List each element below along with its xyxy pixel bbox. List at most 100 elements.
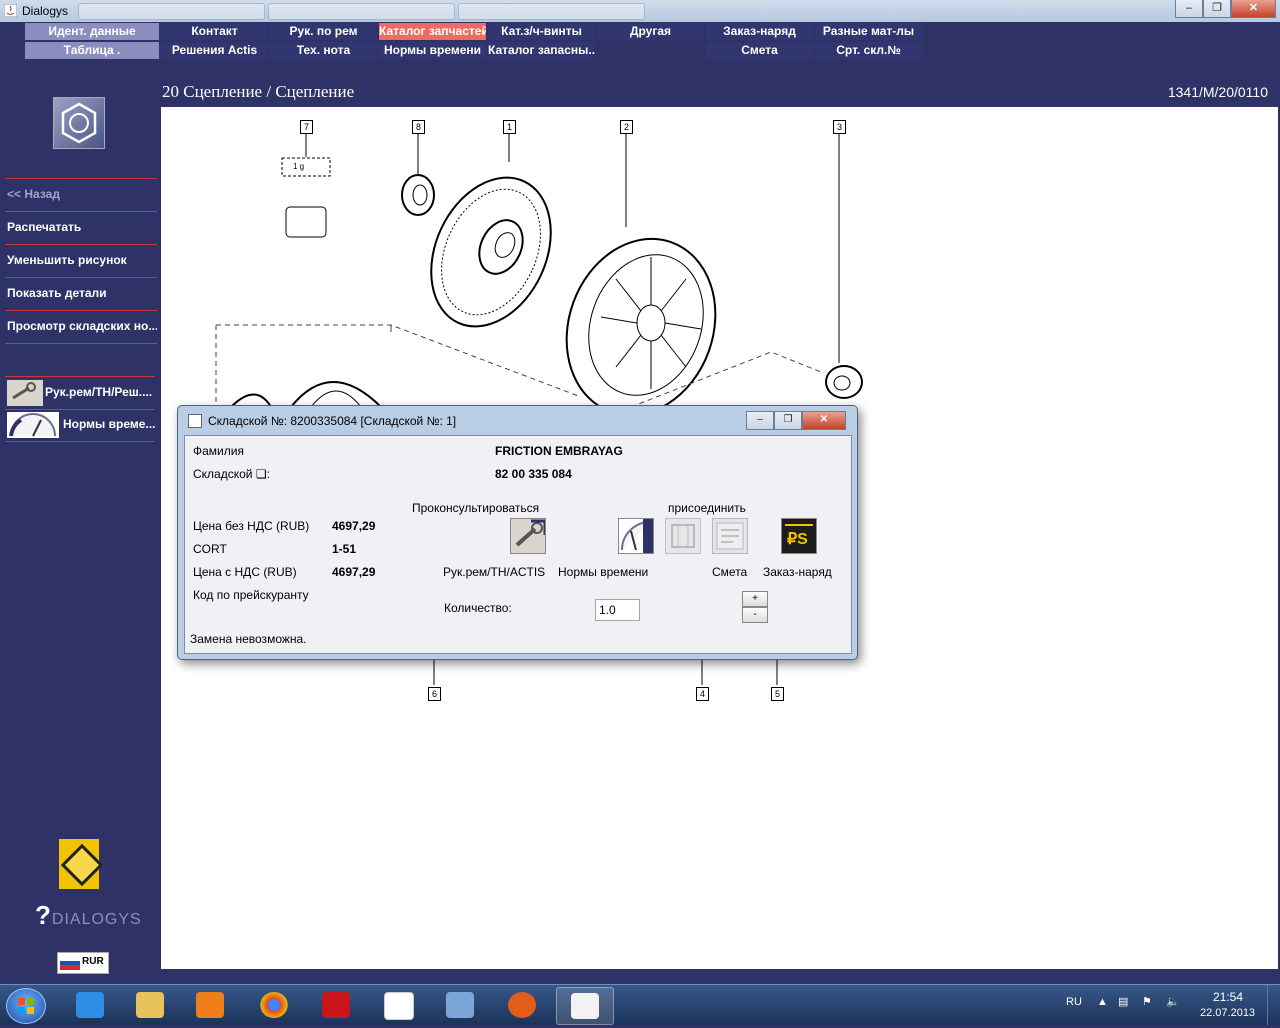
nav-spare-parts-catalog[interactable]: Каталог запасны... — [488, 42, 595, 59]
nav-parts-catalog[interactable]: Каталог запчастей — [379, 23, 486, 40]
clock-date[interactable]: 22.07.2013 — [1200, 1007, 1255, 1019]
callout-5[interactable]: 5 — [771, 687, 784, 701]
quantity-decrement-button[interactable]: - — [742, 607, 768, 623]
sidebar-repair-manual[interactable]: Рук.рем/ТН/Реш.... — [5, 376, 155, 410]
maximize-button[interactable]: ❐ — [1203, 0, 1231, 18]
svg-text:₽S: ₽S — [787, 531, 808, 548]
callout-2[interactable]: 2 — [620, 120, 633, 134]
taskbar: RU ▲ ▤ ⚑ 🔈 21:54 22.07.2013 — [0, 984, 1280, 1025]
nav-estimate[interactable]: Смета — [706, 42, 813, 59]
java-app-icon — [188, 414, 202, 428]
sidebar-shrink-image[interactable]: Уменьшить рисунок — [5, 244, 157, 277]
cort-value: 1-51 — [332, 542, 357, 556]
price-value: 4697,29 — [332, 519, 376, 533]
start-button[interactable] — [6, 988, 46, 1024]
internet-explorer-taskbar-button[interactable] — [62, 987, 118, 1023]
sidebar-back[interactable]: << Назад — [5, 178, 157, 211]
action-center-flag-icon[interactable]: ⚑ — [1142, 995, 1152, 1008]
family-label: Фамилия — [193, 444, 244, 458]
folder-icon — [136, 992, 164, 1018]
sidebar-view-stock-numbers[interactable]: Просмотр складских но... — [5, 310, 157, 344]
chrome-taskbar-button[interactable] — [246, 987, 302, 1023]
media-player-icon — [196, 992, 224, 1018]
nav-table[interactable]: Таблица . — [25, 42, 159, 59]
sidebar-labor-times[interactable]: Нормы време... — [5, 409, 155, 442]
dialog-minimize-button[interactable]: – — [746, 411, 774, 430]
file-explorer-taskbar-button[interactable] — [122, 987, 178, 1023]
callout-6[interactable]: 6 — [428, 687, 441, 701]
sidebar-repair-label: Рук.рем/ТН/Реш.... — [45, 385, 153, 399]
part-details-dialog: Складской №: 8200335084 [Складской №: 1]… — [177, 405, 858, 660]
wrench-icon — [7, 380, 43, 406]
dialog-close-button[interactable]: ✕ — [802, 411, 846, 430]
stock-number-value: 82 00 335 084 — [495, 467, 572, 481]
labor-times-label: Нормы времени — [558, 565, 649, 579]
callout-1[interactable]: 1 — [503, 120, 516, 134]
app-icon — [508, 992, 536, 1018]
quantity-label: Количество: — [444, 601, 512, 615]
chrome-icon — [260, 992, 288, 1018]
status-message: Замена невозможна. — [190, 632, 307, 646]
stock-number-label: Складской ❏: — [193, 467, 270, 481]
quantity-input[interactable]: 1.0 — [595, 599, 640, 621]
close-button[interactable]: ✕ — [1231, 0, 1276, 18]
callout-4[interactable]: 4 — [696, 687, 709, 701]
price-vat-label: Цена с НДС (RUB) — [193, 565, 297, 579]
network-icon[interactable]: ▤ — [1118, 995, 1128, 1008]
dialogys-wordmark: DIALOGYS — [51, 911, 142, 928]
sidebar-print[interactable]: Распечатать — [5, 211, 157, 244]
clock-time[interactable]: 21:54 — [1213, 990, 1243, 1004]
show-desktop-button[interactable] — [1267, 985, 1280, 1025]
dialog-titlebar: Складской №: 8200335084 [Складской №: 1]… — [184, 409, 850, 431]
renault-logo — [59, 839, 104, 889]
java-taskbar-button[interactable] — [556, 987, 614, 1025]
background-tab — [458, 3, 645, 20]
currency-selector[interactable]: RUR — [57, 952, 109, 974]
yandex-taskbar-button[interactable] — [370, 987, 426, 1023]
minimize-button[interactable]: – — [1175, 0, 1203, 18]
work-order-icon[interactable]: ₽S — [781, 518, 817, 554]
dialogys-logo: ?DIALOGYS — [35, 900, 142, 930]
consult-heading: Проконсультироваться — [412, 501, 540, 515]
speaker-icon — [446, 992, 474, 1018]
callout-3[interactable]: 3 — [833, 120, 846, 134]
app-taskbar-button[interactable] — [494, 987, 550, 1023]
attach-heading: присоединить — [668, 501, 746, 515]
kaspersky-taskbar-button[interactable] — [308, 987, 364, 1023]
nav-actis-solutions[interactable]: Решения Actis — [161, 42, 268, 59]
nav-labor-times[interactable]: Нормы времени — [379, 42, 486, 59]
labor-times-icon[interactable] — [618, 518, 654, 554]
repair-manual-icon[interactable] — [510, 518, 547, 554]
nav-tech-note[interactable]: Тех. нота — [270, 42, 377, 59]
cort-label: CORT — [193, 542, 227, 556]
repair-manual-label: Рук.рем/ТН/ACTIS — [443, 565, 546, 579]
attach-disabled-icon — [665, 518, 701, 554]
nav-misc-materials[interactable]: Разные мат-лы — [815, 23, 922, 40]
russia-flag-icon — [60, 956, 80, 970]
dialog-body: Фамилия FRICTION EMBRAYAG Складской ❏: 8… — [184, 435, 852, 654]
nav-repair-manual[interactable]: Рук. по рем — [270, 23, 377, 40]
work-order-label: Заказ-наряд — [763, 565, 832, 579]
quantity-increment-button[interactable]: + — [742, 591, 768, 607]
java-icon — [571, 993, 599, 1019]
language-indicator[interactable]: RU — [1066, 996, 1082, 1008]
nav-other[interactable]: Другая — [597, 23, 704, 40]
family-value: FRICTION EMBRAYAG — [495, 444, 623, 458]
nav-contact[interactable]: Контакт — [161, 23, 268, 40]
volume-muted-icon[interactable]: 🔈 — [1166, 995, 1180, 1008]
nav-ident-data[interactable]: Идент. данные — [25, 23, 159, 40]
price-label: Цена без НДС (RUB) — [193, 519, 310, 533]
dialog-maximize-button[interactable]: ❐ — [774, 411, 802, 430]
media-player-taskbar-button[interactable] — [182, 987, 238, 1023]
nav-stock-number[interactable]: Срт. скл.№ — [815, 42, 922, 59]
sidebar-show-details[interactable]: Показать детали — [5, 277, 157, 310]
dialog-title: Складской №: 8200335084 [Складской №: 1] — [208, 414, 457, 428]
audio-taskbar-button[interactable] — [432, 987, 488, 1023]
callout-7[interactable]: 7 — [300, 120, 313, 134]
page-title: 20 Сцепление / Сцепление — [162, 82, 355, 101]
show-hidden-icons[interactable]: ▲ — [1097, 996, 1108, 1008]
callout-8[interactable]: 8 — [412, 120, 425, 134]
nav-screws-catalog[interactable]: Кат.з/ч-винты — [488, 23, 595, 40]
estimate-icon[interactable] — [712, 518, 748, 554]
nav-work-order[interactable]: Заказ-наряд — [706, 23, 813, 40]
